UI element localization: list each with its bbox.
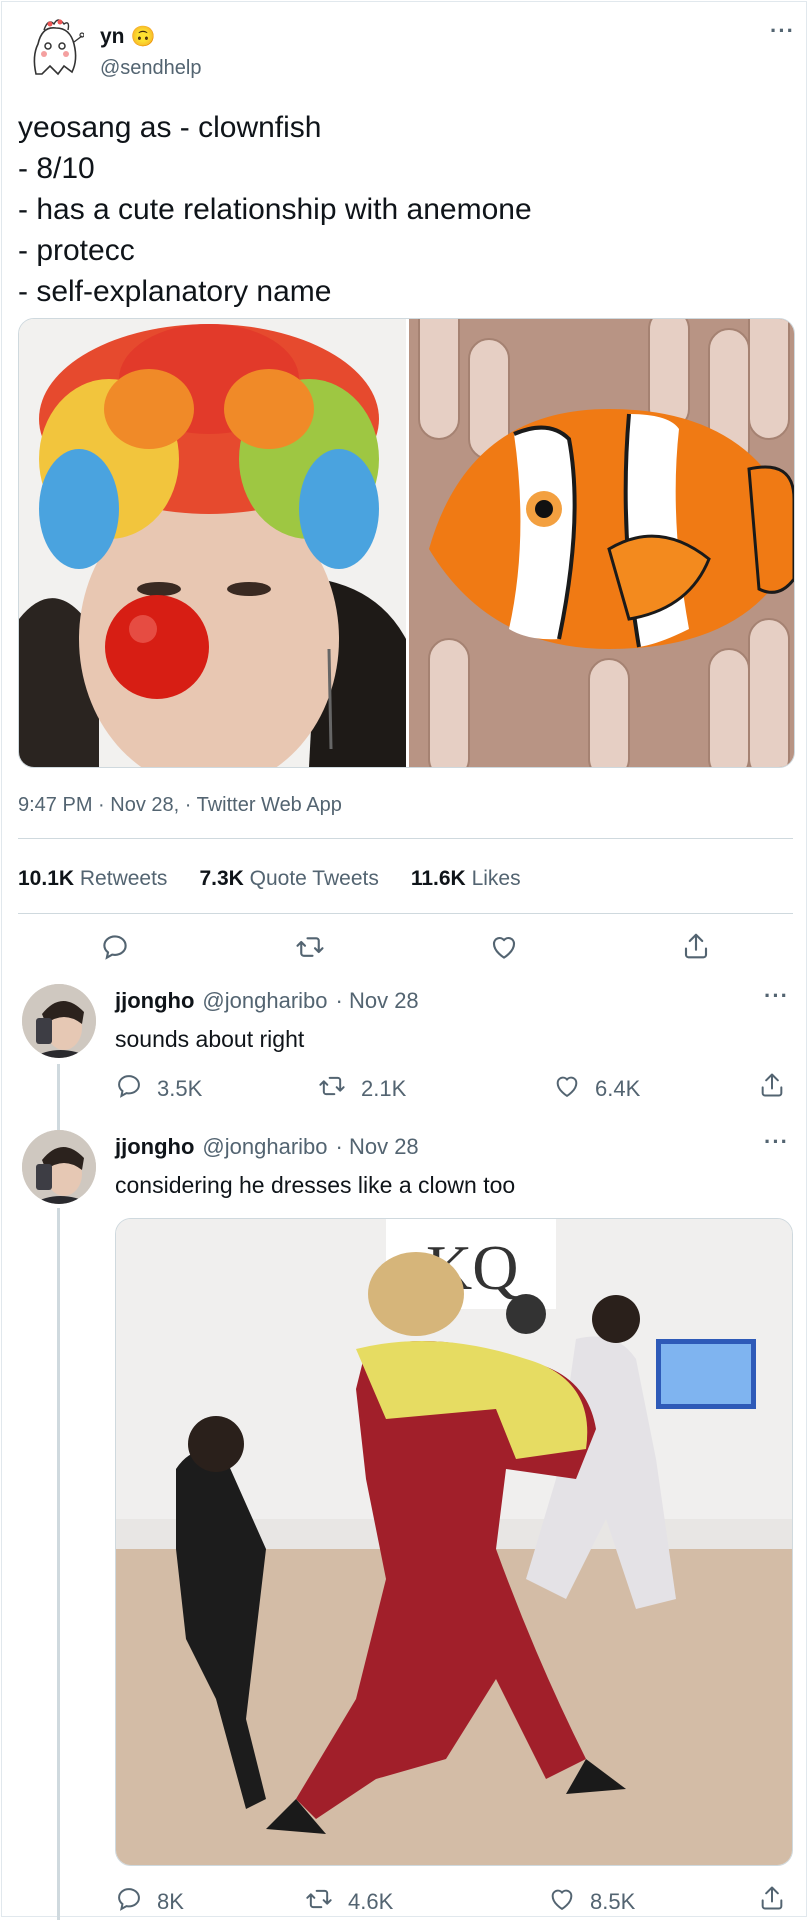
reply-media-video[interactable]: KQ <box>115 1218 793 1866</box>
clown-photo[interactable] <box>19 319 406 767</box>
tweet-text: yeosang as - clownfish - 8/10 - has a cu… <box>18 111 532 308</box>
thread-line <box>57 1208 60 1920</box>
quotes-stat[interactable]: 7.3K Quote Tweets <box>199 867 378 891</box>
likes-stat[interactable]: 11.6K Likes <box>411 867 521 891</box>
reply-text: sounds about right <box>115 1026 305 1052</box>
likes-count: 11.6K <box>410 867 466 890</box>
reply-action-reply[interactable]: 3.5K <box>115 1072 202 1106</box>
retweet-count: 4.6K <box>348 1889 394 1914</box>
retweet-count: 2.1K <box>361 1076 407 1101</box>
like-count: 8.5K <box>590 1889 636 1914</box>
share-icon[interactable] <box>681 930 711 967</box>
reply-action-like[interactable]: 8.5K <box>548 1885 635 1919</box>
retweet-icon <box>317 1072 347 1106</box>
reply-text: considering he dresses like a clown too <box>115 1172 516 1198</box>
divider <box>18 838 793 839</box>
reply-avatar[interactable] <box>22 1130 96 1204</box>
more-icon[interactable]: ··· <box>764 1129 789 1155</box>
reply-count: 8K <box>157 1889 184 1914</box>
reply-author-handle[interactable]: @jongharibo <box>202 988 327 1014</box>
like-icon[interactable] <box>489 932 519 967</box>
reply-avatar[interactable] <box>22 984 96 1058</box>
media-grid[interactable] <box>18 318 795 768</box>
reply-date[interactable]: · Nov 28 <box>336 988 419 1014</box>
quotes-count: 7.3K <box>199 867 244 890</box>
reply-author-name[interactable]: jjongho <box>115 988 194 1014</box>
reply-action-like[interactable]: 6.4K <box>553 1072 640 1106</box>
reply-action-reply[interactable]: 8K <box>115 1885 184 1919</box>
like-count: 6.4K <box>595 1076 641 1101</box>
reply-date[interactable]: · Nov 28 <box>336 1134 419 1160</box>
quotes-label: Quote Tweets <box>249 867 379 890</box>
share-icon[interactable] <box>758 1883 786 1918</box>
retweets-label: Retweets <box>79 867 168 890</box>
tweet-stats: 10.1K Retweets 7.3K Quote Tweets 11.6K L… <box>18 867 521 891</box>
share-icon[interactable] <box>758 1070 786 1105</box>
avatar[interactable] <box>24 16 85 76</box>
author-name[interactable]: yn <box>100 25 125 49</box>
reply-action-retweet[interactable]: 4.6K <box>304 1885 393 1919</box>
retweet-icon[interactable] <box>294 932 326 967</box>
retweets-stat[interactable]: 10.1K Retweets <box>18 867 167 891</box>
reply-author-handle[interactable]: @jongharibo <box>202 1134 327 1160</box>
reply-count: 3.5K <box>157 1076 203 1101</box>
reply-action-retweet[interactable]: 2.1K <box>317 1072 406 1106</box>
retweets-count: 10.1K <box>18 867 75 890</box>
more-icon[interactable]: ··· <box>770 18 795 44</box>
author-handle[interactable]: @sendhelp <box>100 57 201 80</box>
more-icon[interactable]: ··· <box>764 983 789 1009</box>
like-icon <box>548 1885 576 1919</box>
clownfish-photo[interactable] <box>409 319 794 767</box>
reply-author-name[interactable]: jjongho <box>115 1134 194 1160</box>
retweet-icon <box>304 1885 334 1919</box>
tweet-thread: yn 🙃 @sendhelp ··· yeosang as - clownfis… <box>1 1 807 1920</box>
tweet-timestamp[interactable]: 9:47 PM · Nov 28, · Twitter Web App <box>18 794 342 817</box>
divider <box>18 913 793 914</box>
likes-label: Likes <box>471 867 521 890</box>
reply-icon <box>115 1072 143 1106</box>
like-icon <box>553 1072 581 1106</box>
author-emoji: 🙃 <box>130 26 156 48</box>
reply-icon[interactable] <box>100 932 130 967</box>
reply-icon <box>115 1885 143 1919</box>
